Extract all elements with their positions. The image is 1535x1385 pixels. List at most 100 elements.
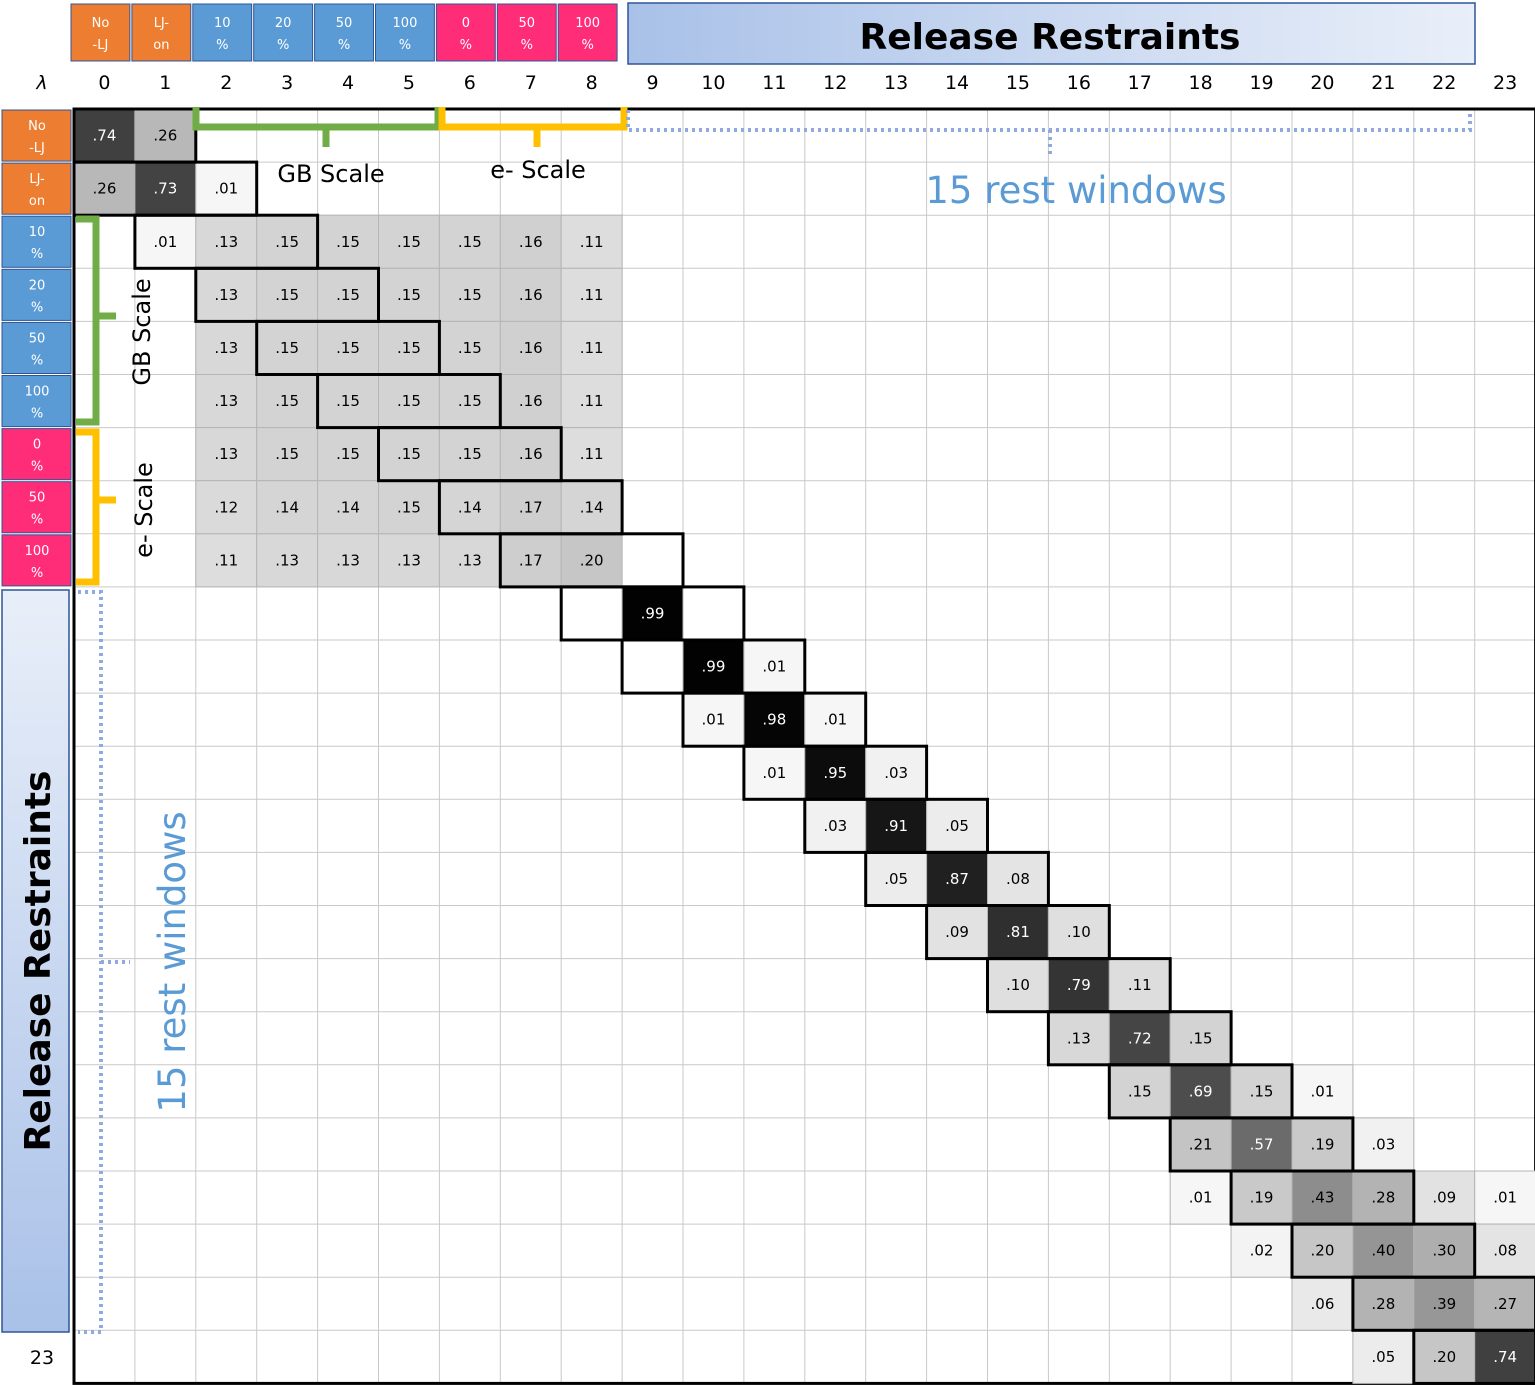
cell-value-label: .10 [1067, 923, 1091, 941]
column-index-label: 8 [586, 72, 598, 94]
column-index-label: 9 [647, 72, 659, 94]
cell-value-label: .57 [1250, 1135, 1274, 1153]
cell-value-label: .15 [336, 339, 360, 357]
column-index-label: 19 [1249, 72, 1273, 94]
cell-value-label: .11 [580, 392, 604, 410]
cell-value-label: .27 [1493, 1295, 1517, 1313]
state-chip-left-line1: 0 [33, 438, 41, 453]
state-chip-top-line1: 50 [518, 16, 535, 31]
cell-value-label: .01 [762, 764, 786, 782]
column-index-label: 11 [762, 72, 786, 94]
cell-value-label: .08 [1006, 870, 1030, 888]
cell-value-label: .15 [275, 339, 299, 357]
cell-value-label: .39 [1432, 1295, 1456, 1313]
column-index-label: 1 [159, 72, 171, 94]
column-index-label: 3 [281, 72, 293, 94]
column-index-label: 7 [525, 72, 537, 94]
cell-value-label: .21 [1189, 1135, 1213, 1153]
state-chip-top-line1: No [92, 16, 110, 31]
state-chip-top-line2: % [399, 38, 411, 53]
column-index-label: 13 [884, 72, 908, 94]
cell-value-label: .09 [1432, 1189, 1456, 1207]
cell-value-label: .20 [1432, 1348, 1456, 1366]
cell-value-label: .15 [397, 233, 421, 251]
state-chip-left-line2: % [31, 300, 43, 315]
state-chip-top-line1: LJ- [154, 16, 170, 31]
cell-value-label: .01 [1189, 1189, 1213, 1207]
cell-value-label: .99 [702, 658, 726, 676]
cell-value-label: .15 [458, 392, 482, 410]
top-banner-title: Release Restraints [860, 17, 1241, 58]
cell-value-label: .10 [1006, 976, 1030, 994]
gb-scale-label-left: GB Scale [128, 278, 156, 385]
cell-value-label: .15 [1189, 1029, 1213, 1047]
column-index-label: 0 [98, 72, 110, 94]
cell-value-label: .28 [1371, 1295, 1395, 1313]
column-index-label: 14 [945, 72, 969, 94]
cell-value-label: .30 [1432, 1242, 1456, 1260]
column-index-label: 20 [1310, 72, 1334, 94]
cell-value-label: .13 [458, 551, 482, 569]
cell-value-label: .16 [519, 233, 543, 251]
cell-value-label: .95 [823, 764, 847, 782]
state-chip-top-line1: 0 [462, 16, 470, 31]
cell-value-label: .91 [884, 817, 908, 835]
e-scale-bracket-left [76, 428, 116, 586]
state-chip-top-line2: on [153, 38, 169, 53]
cell-value-label: .20 [1311, 1242, 1335, 1260]
cell-value-label: .01 [702, 711, 726, 729]
state-chip-top-line2: % [216, 38, 228, 53]
cell-value-label: .01 [214, 180, 238, 198]
cell-value-label: .73 [153, 180, 177, 198]
rest-windows-label-left: 15 rest windows [151, 811, 194, 1112]
state-chip-top-line1: 50 [336, 16, 353, 31]
overlap-matrix-figure: .74 .26 .26 .73 .01 .01 .13 .15 .15 .15 .15 .16 .11.… [1, 2, 1535, 1385]
state-chip-top-line1: 100 [393, 16, 418, 31]
cell-value-label: .05 [884, 870, 908, 888]
column-index-label: 22 [1432, 72, 1456, 94]
cell-value-label: .14 [458, 498, 482, 516]
cell-value-label: .01 [1311, 1082, 1335, 1100]
cell-value-label: .15 [336, 286, 360, 304]
cell-value-label: .03 [884, 764, 908, 782]
state-chip-left-line2: % [31, 460, 43, 475]
cell-value-label: .14 [580, 498, 604, 516]
column-index-label: 2 [220, 72, 232, 94]
cell-value-label: .15 [397, 498, 421, 516]
column-index-label: 16 [1067, 72, 1091, 94]
cell-value-label: .15 [275, 392, 299, 410]
state-chip-left-line1: 50 [29, 331, 46, 346]
cell-value-label: .15 [458, 339, 482, 357]
column-index-label: 18 [1189, 72, 1213, 94]
state-chip-left-line2: on [29, 194, 45, 209]
column-index-label: 23 [1493, 72, 1517, 94]
cell-value-label: .40 [1371, 1242, 1395, 1260]
state-chip-left-line2: % [31, 247, 43, 262]
left-banner: Release Restraints [1, 589, 70, 1333]
cell-value-label: .13 [1067, 1029, 1091, 1047]
cell-value-label: .06 [1311, 1295, 1335, 1313]
cell-value-label: .74 [1493, 1348, 1517, 1366]
cell-value-label: .15 [275, 286, 299, 304]
column-index-label: 4 [342, 72, 354, 94]
e-scale-label-top: e- Scale [490, 156, 586, 184]
cell-value-label: .01 [1493, 1189, 1517, 1207]
cell-value-label: .01 [762, 658, 786, 676]
column-index-label: 6 [464, 72, 476, 94]
cell-value-label: .15 [275, 233, 299, 251]
cell-value-label: .16 [519, 286, 543, 304]
cell-value-label: .15 [336, 233, 360, 251]
cell-value-label: .15 [397, 286, 421, 304]
state-chip-left-line1: No [28, 119, 46, 134]
cell-value-label: .01 [823, 711, 847, 729]
cell-value-label: .02 [1250, 1242, 1274, 1260]
gb-scale-bracket-top [192, 107, 442, 147]
rest-windows-label-top: 15 rest windows [925, 169, 1226, 212]
state-chip-left-line2: % [31, 407, 43, 422]
state-chip-left-line1: 50 [29, 491, 46, 506]
cell-value-label: .13 [275, 551, 299, 569]
cell-value-label: .15 [397, 392, 421, 410]
cell-value-label: .15 [397, 445, 421, 463]
column-index-label: 21 [1371, 72, 1395, 94]
cell-value-label: .11 [580, 339, 604, 357]
